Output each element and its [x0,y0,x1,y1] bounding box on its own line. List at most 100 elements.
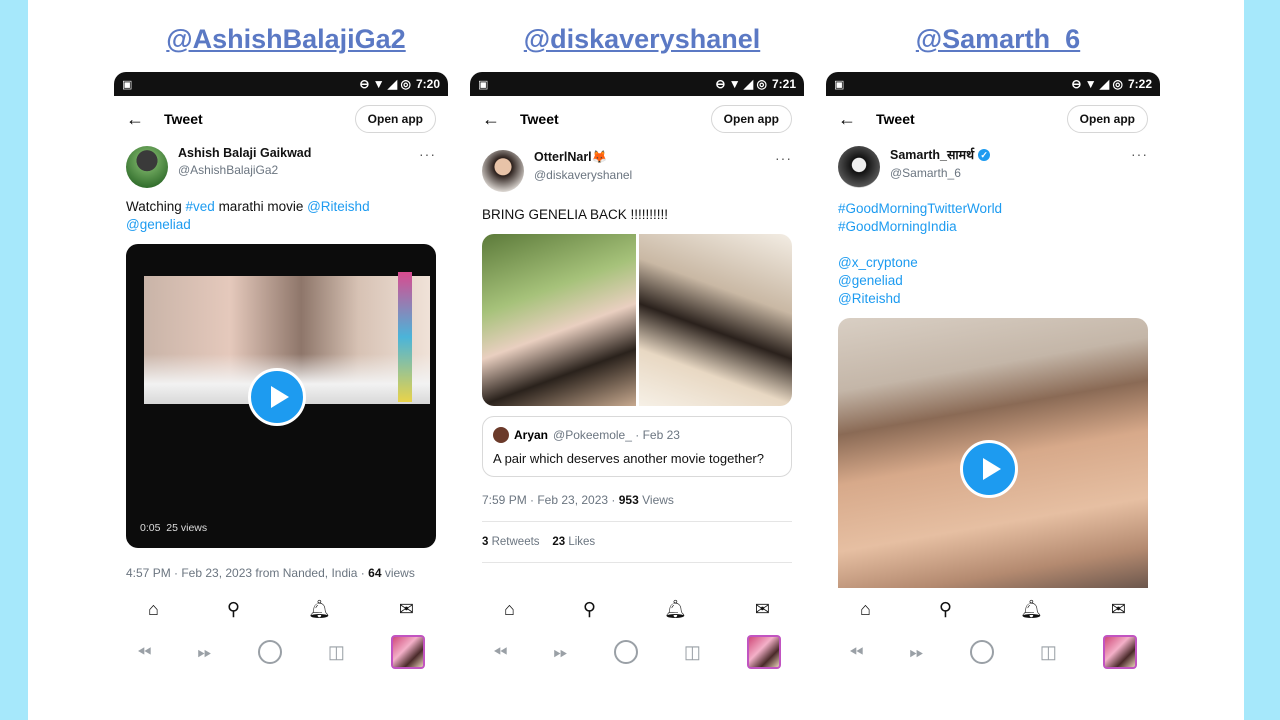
open-app-button[interactable]: Open app [710,105,792,133]
username[interactable]: @diskaveryshanel [534,168,775,182]
likes-label[interactable]: Likes [565,536,595,548]
bell-icon[interactable]: 🔔︎ [1020,599,1043,620]
system-bar: ⏪︎ ⏩︎ ◫ [826,630,1160,674]
divider [482,562,792,563]
rewind-icon[interactable]: ⏪︎ [493,642,507,663]
open-app-button[interactable]: Open app [1066,105,1148,133]
display-name[interactable]: Ashish Balaji Gaikwad [178,146,419,160]
system-bar: ⏪︎ ⏩︎ ◫ [114,630,448,674]
mail-icon[interactable]: ✉ [755,599,770,620]
home-circle-icon[interactable] [613,640,638,664]
fast-forward-icon[interactable]: ⏩︎ [553,642,567,663]
avatar[interactable] [126,146,168,188]
fast-forward-icon[interactable]: ⏩︎ [909,642,923,663]
tweet-image-2[interactable] [638,234,792,406]
text-segment: marathi movie [214,199,308,214]
home-icon[interactable]: ⌂ [148,599,159,620]
recents-icon[interactable]: ◫ [328,642,345,663]
clock: 7:22 [1127,77,1152,91]
mail-icon[interactable]: ✉ [1111,599,1126,620]
home-icon[interactable]: ⌂ [860,599,871,620]
more-options-icon[interactable]: ··· [1131,146,1148,162]
recents-icon[interactable]: ◫ [1040,642,1057,663]
tweet-topbar: ← Tweet Open app [114,96,448,142]
rewind-icon[interactable]: ⏪︎ [849,642,863,663]
views-count: 64 [368,566,382,580]
handle-heading-3: @Samarth_6 [915,24,1081,54]
display-name[interactable]: Samarth_सामर्थ [890,146,974,163]
home-icon[interactable]: ⌂ [504,599,515,620]
page-title: Tweet [164,111,203,127]
quote-author-name: Aryan [514,428,549,442]
app-thumbnail[interactable] [390,635,425,669]
open-app-button[interactable]: Open app [354,105,436,133]
tweet-images[interactable] [482,234,792,406]
video-duration: 0:05 [140,522,161,534]
views-count: 953 [618,493,639,507]
more-options-icon[interactable]: ··· [775,150,792,166]
rewind-icon[interactable]: ⏪︎ [137,642,151,663]
tweet-topbar: ← Tweet Open app [470,96,804,142]
page-title: Tweet [876,111,915,127]
status-bar: ▣ ⊖ ▼ ◢ ◎ 7:20 [114,72,448,96]
phone-screen-3: ▣ ⊖ ▼ ◢ ◎ 7:22 ← Tweet Open app Samarth_स… [826,72,1160,680]
signal-icons: ⊖ ▼ ◢ ◎ [715,77,767,91]
hashtag-link[interactable]: #GoodMorningTwitterWorld [838,200,1148,218]
avatar[interactable] [838,146,880,188]
username[interactable]: @AshishBalajiGa2 [178,163,419,177]
status-bar: ▣ ⊖ ▼ ◢ ◎ 7:21 [470,72,804,96]
notification-icon: ▣ [122,78,133,91]
back-arrow-icon[interactable]: ← [482,109,512,130]
play-button[interactable] [960,440,1018,498]
video-frame-edge [398,272,412,402]
hashtag-link[interactable]: #ved [186,199,215,214]
clock: 7:20 [415,77,440,91]
views-label: views [381,566,415,580]
tweet-author: Samarth_सामर्थ ✓ @Samarth_6 ··· [826,142,1160,188]
mention-link[interactable]: @Riteishd [838,290,1148,308]
search-icon[interactable]: ⚲ [227,599,240,620]
app-thumbnail[interactable] [746,635,781,669]
mention-link[interactable]: @geneliad [126,217,191,232]
app-thumbnail[interactable] [1102,635,1137,669]
home-circle-icon[interactable] [969,640,994,664]
bottom-nav: ⌂ ⚲ 🔔︎ ✉ [114,588,448,630]
fast-forward-icon[interactable]: ⏩︎ [197,642,211,663]
phone-screen-1: ▣ ⊖ ▼ ◢ ◎ 7:20 ← Tweet Open app Ashish Ba… [114,72,448,680]
notification-icon: ▣ [478,78,489,91]
quote-text: A pair which deserves another movie toge… [493,451,764,466]
back-arrow-icon[interactable]: ← [838,109,868,130]
tweet-meta: 7:59 PM · Feb 23, 2023 · 953 Views [470,493,804,507]
tweet-image-1[interactable] [482,234,636,406]
back-arrow-icon[interactable]: ← [126,109,156,130]
mention-link[interactable]: @geneliad [838,272,1148,290]
mail-icon[interactable]: ✉ [399,599,414,620]
quoted-tweet[interactable]: Aryan @Pokeemole_ · Feb 23 A pair which … [482,416,792,477]
likes-count[interactable]: 23 [552,536,565,548]
quote-author-handle: @Pokeemole_ · Feb 23 [553,428,680,442]
bell-icon[interactable]: 🔔︎ [308,599,331,620]
tweet-text: Watching #ved marathi movie @Riteishd @ge… [114,188,448,234]
bottom-nav: ⌂ ⚲ 🔔︎ ✉ [826,588,1160,630]
search-icon[interactable]: ⚲ [939,599,952,620]
search-icon[interactable]: ⚲ [583,599,596,620]
avatar[interactable] [482,150,524,192]
play-button[interactable] [248,368,306,426]
tweet-meta: 4:57 PM · Feb 23, 2023 from Nanded, Indi… [114,566,448,580]
hashtag-link[interactable]: #GoodMorningIndia [838,218,1148,236]
display-name[interactable]: OtterlNarl🦊 [534,150,775,165]
username[interactable]: @Samarth_6 [890,166,1131,180]
bell-icon[interactable]: 🔔︎ [664,599,687,620]
home-circle-icon[interactable] [257,640,282,664]
status-bar: ▣ ⊖ ▼ ◢ ◎ 7:22 [826,72,1160,96]
video-player[interactable]: 0:05 25 views [126,244,436,548]
recents-icon[interactable]: ◫ [684,642,701,663]
mention-link[interactable]: @x_cryptone [838,254,1148,272]
mention-link[interactable]: @Riteishd [307,199,369,214]
bottom-nav: ⌂ ⚲ 🔔︎ ✉ [470,588,804,630]
signal-icons: ⊖ ▼ ◢ ◎ [359,77,411,91]
retweets-label[interactable]: Retweets [488,536,540,548]
video-player[interactable] [838,318,1148,598]
more-options-icon[interactable]: ··· [419,146,436,162]
